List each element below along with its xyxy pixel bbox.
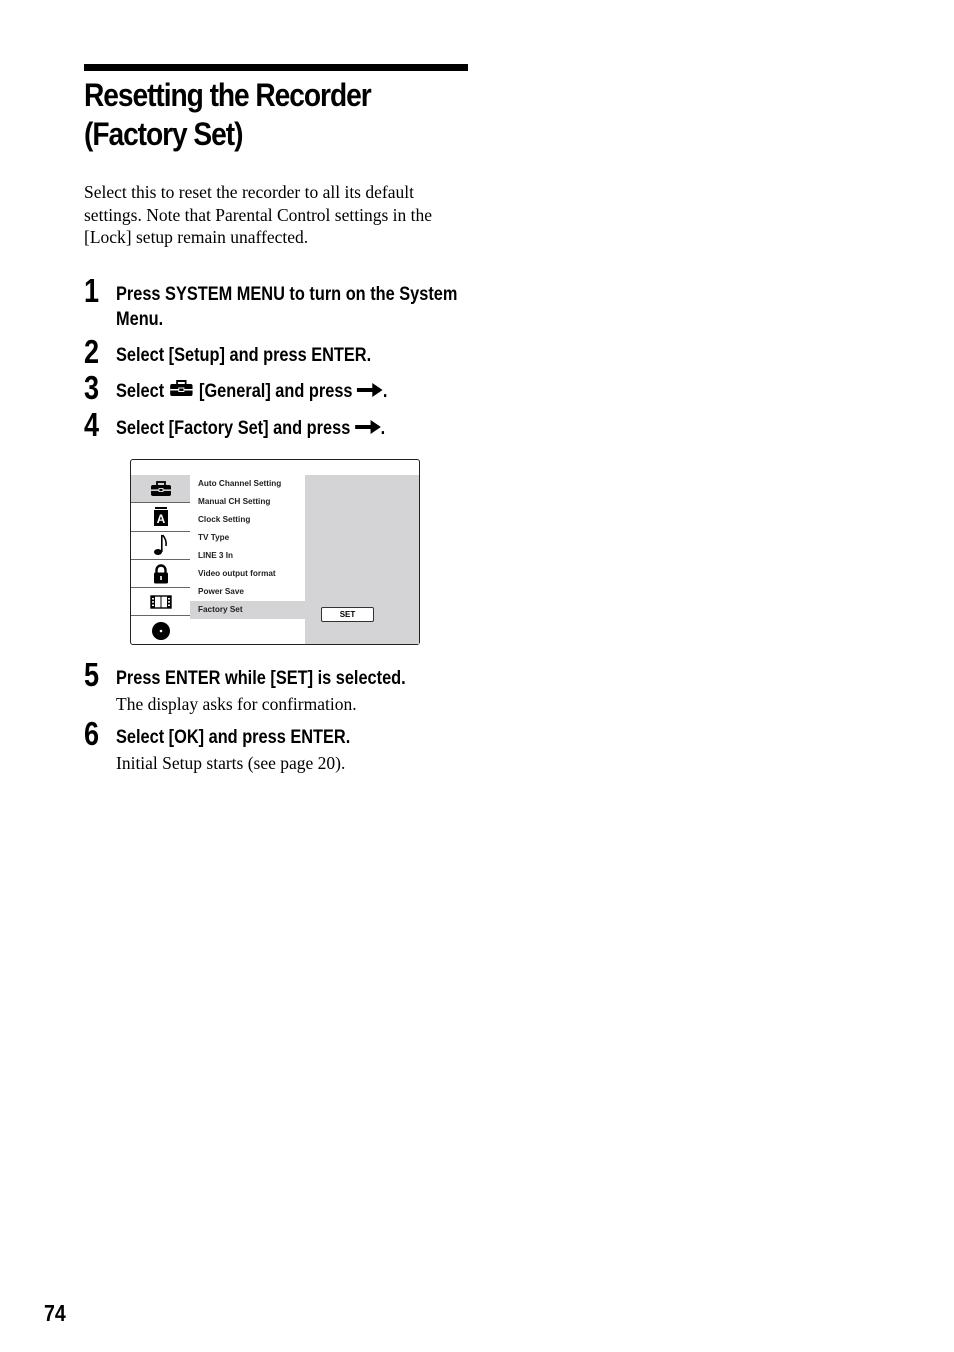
title-line-1: Resetting the Recorder: [84, 77, 372, 113]
set-button[interactable]: SET: [321, 607, 374, 622]
tab-language[interactable]: A: [131, 503, 190, 532]
step-note: The display asks for confirmation.: [116, 694, 357, 714]
menu-detail-panel: SET: [305, 475, 419, 644]
step-text: Select [OK] and press ENTER.: [116, 727, 351, 748]
menu-item[interactable]: Video output format: [190, 565, 305, 583]
menu-item[interactable]: Auto Channel Setting: [190, 475, 305, 493]
right-arrow-icon: [354, 416, 381, 441]
step-number: 5: [84, 656, 100, 693]
step-text-end: .: [380, 418, 386, 439]
lock-icon: [153, 563, 168, 584]
step-text-end: .: [382, 381, 388, 402]
page-number: 74: [44, 1300, 66, 1326]
menu-item[interactable]: TV Type: [190, 529, 305, 547]
step-number: 1: [84, 272, 100, 309]
step-number: 3: [84, 369, 100, 406]
step-text-part: Select [Factory Set] and press: [116, 418, 351, 439]
menu-title-bar: [131, 460, 419, 476]
tab-general[interactable]: [131, 475, 190, 504]
tab-disc[interactable]: [131, 616, 190, 644]
tab-audio[interactable]: [131, 532, 190, 560]
menu-item[interactable]: Clock Setting: [190, 511, 305, 529]
menu-item[interactable]: LINE 3 In: [190, 547, 305, 565]
step-text: Press ENTER while [SET] is selected.: [116, 668, 406, 689]
film-icon: [149, 595, 172, 609]
svg-text:A: A: [156, 512, 165, 526]
tab-video[interactable]: [131, 588, 190, 617]
step-note: Initial Setup starts (see page 20).: [116, 753, 346, 773]
music-note-icon: [153, 534, 167, 556]
intro-paragraph: Select this to reset the recorder to all…: [84, 182, 433, 248]
step-text: Press SYSTEM MENU to turn on the System …: [116, 282, 477, 332]
step-number: 6: [84, 715, 100, 752]
step-text-line-1: Press SYSTEM MENU to turn on the System: [116, 284, 458, 305]
menu-category-tabs: A: [131, 475, 191, 644]
step-text: Select [Setup] and press ENTER.: [116, 345, 372, 366]
step-number: 2: [84, 333, 100, 370]
step-number: 4: [84, 406, 100, 443]
language-a-icon: A: [153, 506, 168, 526]
toolbox-icon: [150, 480, 171, 496]
step-text-part: Select: [116, 381, 165, 402]
toolbox-icon: [169, 379, 195, 404]
menu-item[interactable]: Manual CH Setting: [190, 493, 305, 511]
menu-item-list: Auto Channel Setting Manual CH Setting C…: [190, 475, 305, 644]
setup-menu-screen: A Auto Channel Setting Manual CH Setting…: [130, 459, 420, 645]
title-rule: [84, 64, 468, 71]
tab-lock[interactable]: [131, 560, 190, 589]
step-text: Select [Factory Set] and press .: [116, 416, 477, 441]
step-text-part: [General] and press: [199, 381, 353, 402]
title-line-2: (Factory Set): [84, 116, 243, 152]
step-text-line-2: Menu.: [116, 309, 164, 330]
menu-item-factory-set[interactable]: Factory Set: [190, 601, 305, 619]
disc-icon: [151, 621, 170, 640]
page-title: Resetting the Recorder (Factory Set): [84, 76, 436, 154]
right-arrow-icon: [357, 379, 383, 404]
step-text: Select [General] and press .: [116, 379, 477, 404]
menu-item[interactable]: Power Save: [190, 583, 305, 601]
